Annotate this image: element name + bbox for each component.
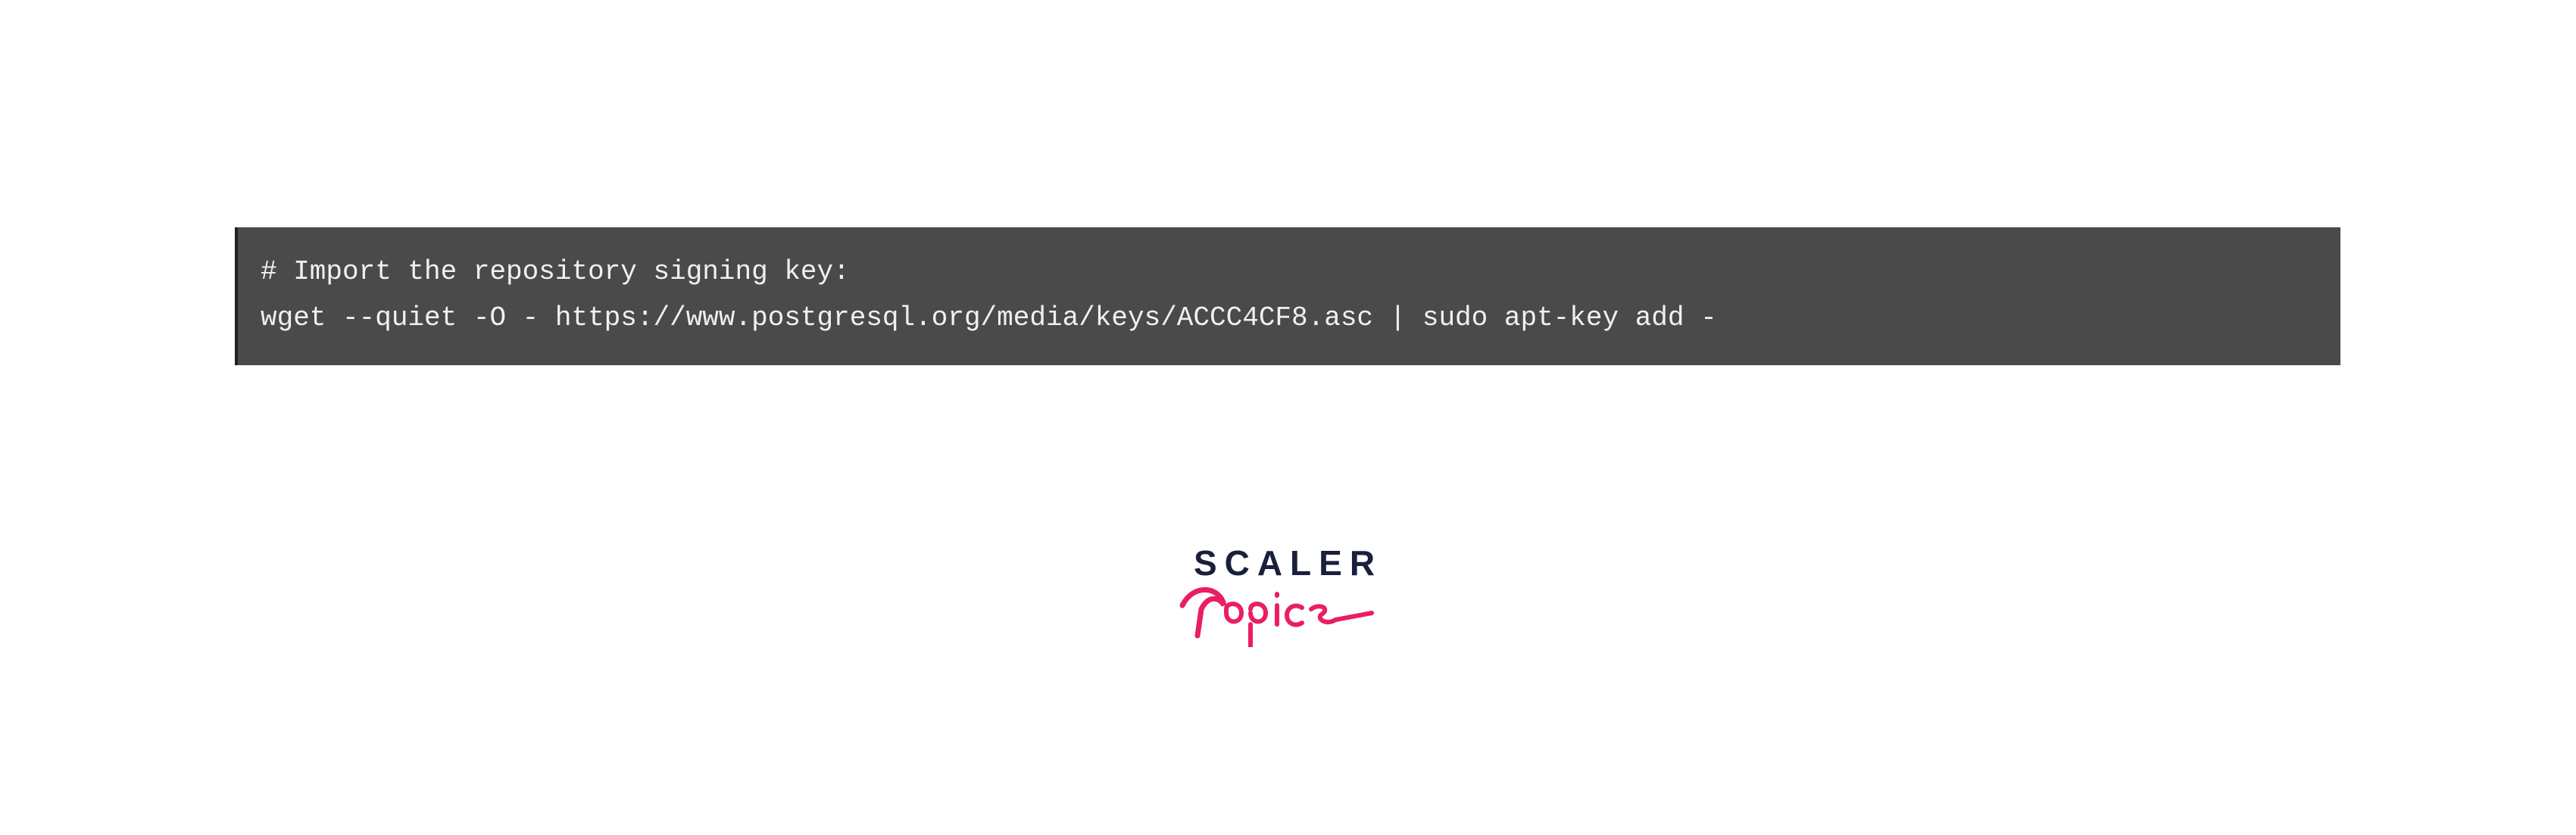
logo-secondary-text <box>1175 571 1387 650</box>
topics-script-svg <box>1175 571 1387 647</box>
code-comment-line: # Import the repository signing key: <box>261 249 2318 295</box>
scaler-topics-logo: SCALER <box>1190 546 1387 650</box>
code-block: # Import the repository signing key: wge… <box>235 227 2340 365</box>
code-command-line: wget --quiet -O - https://www.postgresql… <box>261 295 2318 341</box>
